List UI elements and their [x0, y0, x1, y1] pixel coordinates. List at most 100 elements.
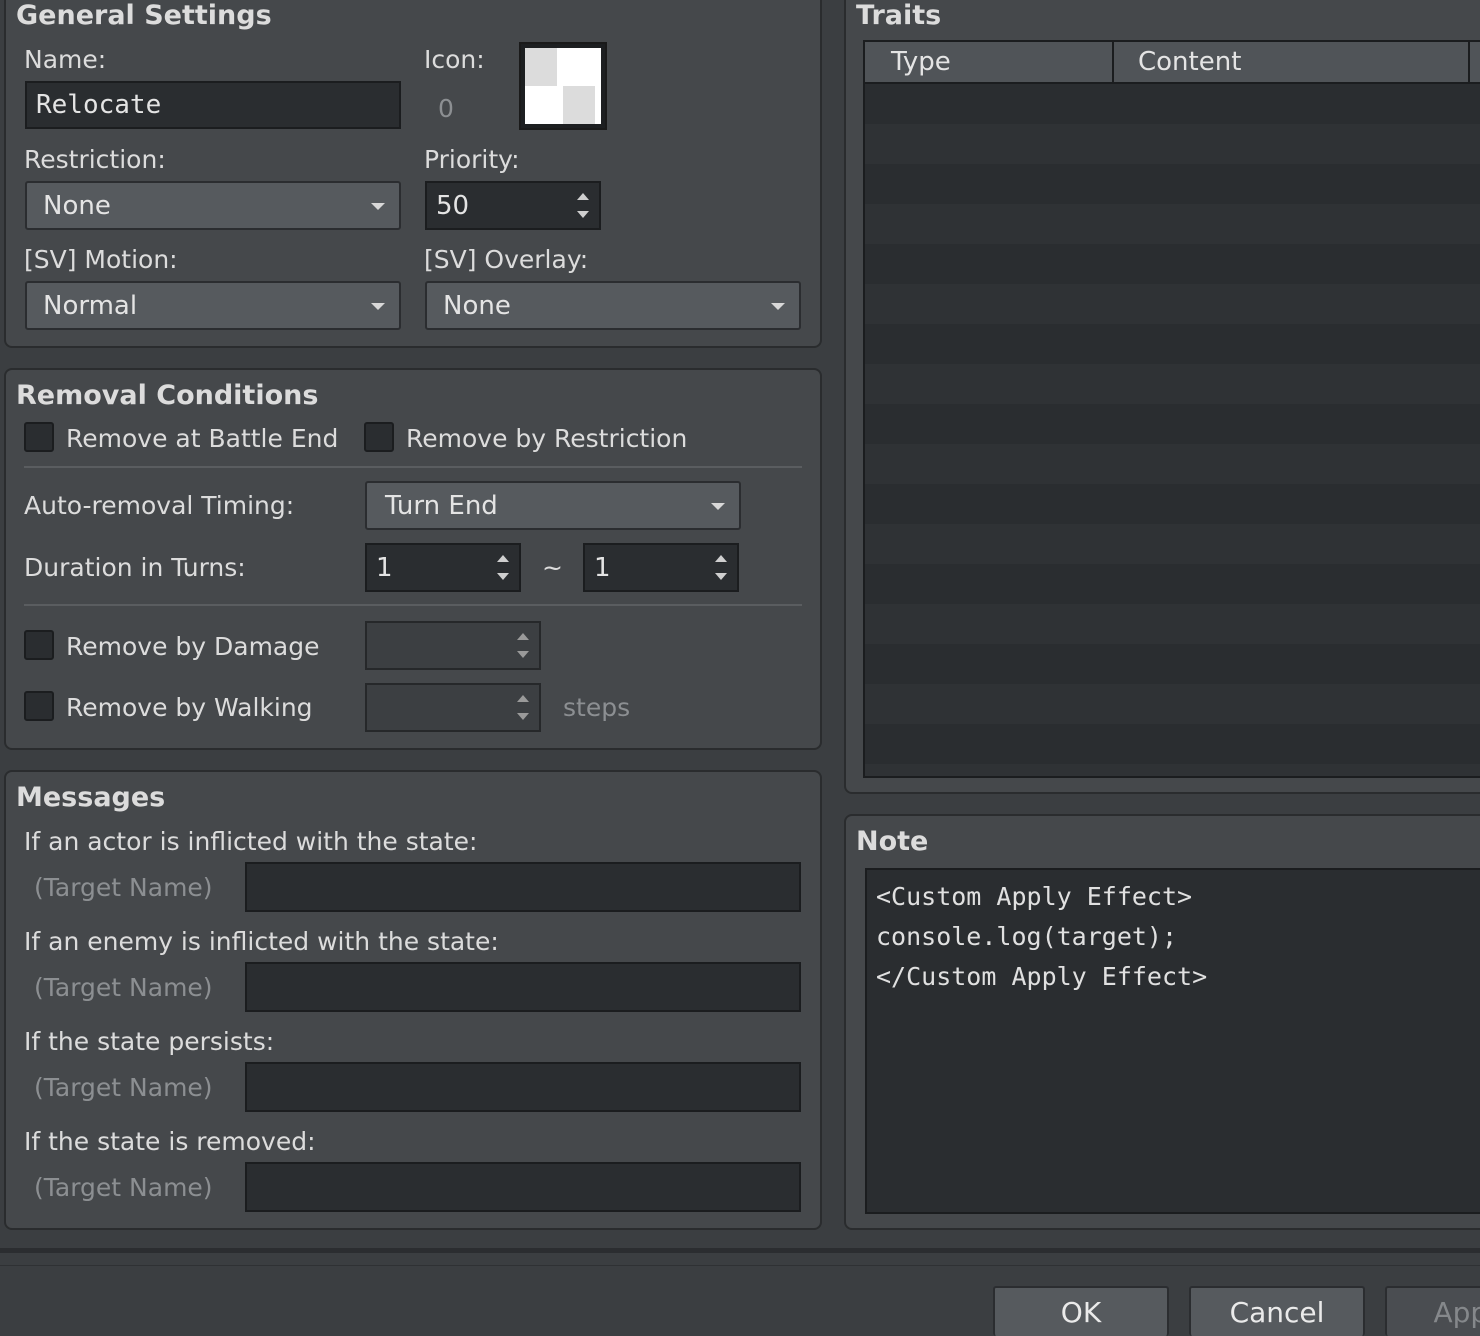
target-name-placeholder: (Target Name)	[34, 973, 213, 1002]
traits-title: Traits	[856, 0, 942, 31]
restriction-label: Restriction:	[24, 145, 166, 174]
spin-down-icon[interactable]	[715, 573, 727, 580]
priority-stepper[interactable]: 50	[425, 181, 601, 230]
target-name-placeholder: (Target Name)	[34, 1073, 213, 1102]
remove-by-walking-checkbox[interactable]	[24, 691, 54, 721]
table-row[interactable]	[865, 404, 1480, 444]
steps-label: steps	[563, 693, 631, 722]
overlay-select[interactable]: None	[425, 281, 801, 330]
remove-by-damage-label[interactable]: Remove by Damage	[66, 632, 320, 661]
table-row[interactable]	[865, 484, 1480, 524]
removed-message-input[interactable]	[245, 1162, 801, 1212]
table-row[interactable]	[865, 644, 1480, 684]
persists-message-label: If the state persists:	[24, 1027, 275, 1056]
traits-table[interactable]: Type Content	[863, 40, 1480, 778]
column-header-content[interactable]: Content	[1114, 42, 1470, 82]
damage-stepper[interactable]	[365, 621, 541, 670]
table-row[interactable]	[865, 444, 1480, 484]
spin-down-icon[interactable]	[517, 713, 529, 720]
duration-min-stepper[interactable]: 1	[365, 543, 521, 592]
priority-value: 50	[436, 190, 470, 221]
table-row[interactable]	[865, 204, 1480, 244]
persists-message-input[interactable]	[245, 1062, 801, 1112]
spin-up-icon[interactable]	[497, 555, 509, 562]
name-value: Relocate	[36, 90, 162, 120]
motion-label: [SV] Motion:	[24, 245, 178, 274]
duration-min-value: 1	[376, 552, 393, 583]
footer-divider	[0, 1248, 1480, 1253]
remove-by-restriction-checkbox[interactable]	[364, 422, 394, 452]
remove-at-battle-end-label[interactable]: Remove at Battle End	[66, 424, 338, 453]
table-row[interactable]	[865, 324, 1480, 364]
chevron-down-icon	[371, 202, 385, 210]
column-header-type-label: Type	[891, 47, 951, 77]
table-row[interactable]	[865, 284, 1480, 324]
motion-value: Normal	[43, 290, 138, 321]
table-row[interactable]	[865, 164, 1480, 204]
divider	[24, 604, 802, 606]
spin-up-icon[interactable]	[517, 695, 529, 702]
table-row[interactable]	[865, 364, 1480, 404]
remove-by-damage-checkbox[interactable]	[24, 630, 54, 660]
spin-down-icon[interactable]	[577, 211, 589, 218]
apply-button[interactable]: Apply	[1385, 1286, 1480, 1336]
note-line: </Custom Apply Effect>	[876, 962, 1208, 991]
auto-removal-timing-select[interactable]: Turn End	[365, 481, 741, 530]
column-header-content-label: Content	[1138, 47, 1242, 77]
spin-down-icon[interactable]	[517, 651, 529, 658]
table-row[interactable]	[865, 684, 1480, 724]
enemy-message-input[interactable]	[245, 962, 801, 1012]
icon-index: 0	[438, 94, 454, 123]
chevron-down-icon	[371, 302, 385, 310]
messages-title: Messages	[16, 782, 166, 813]
name-label: Name:	[24, 45, 107, 74]
remove-at-battle-end-checkbox[interactable]	[24, 422, 54, 452]
table-row[interactable]	[865, 244, 1480, 284]
duration-max-value: 1	[594, 552, 611, 583]
table-row[interactable]	[865, 84, 1480, 124]
spin-up-icon[interactable]	[517, 633, 529, 640]
icon-picker[interactable]	[519, 42, 607, 130]
table-row[interactable]	[865, 604, 1480, 644]
column-header-type[interactable]: Type	[865, 42, 1114, 82]
table-row[interactable]	[865, 124, 1480, 164]
traits-header: Type Content	[865, 42, 1480, 84]
auto-removal-timing-value: Turn End	[385, 490, 498, 521]
restriction-value: None	[43, 190, 111, 221]
duration-max-stepper[interactable]: 1	[583, 543, 739, 592]
target-name-placeholder: (Target Name)	[34, 1173, 213, 1202]
motion-select[interactable]: Normal	[25, 281, 401, 330]
spin-down-icon[interactable]	[497, 573, 509, 580]
auto-removal-timing-label: Auto-removal Timing:	[24, 491, 295, 520]
chevron-down-icon	[771, 302, 785, 310]
cancel-button[interactable]: Cancel	[1189, 1286, 1365, 1336]
ok-button[interactable]: OK	[993, 1286, 1169, 1336]
remove-by-walking-label[interactable]: Remove by Walking	[66, 693, 313, 722]
table-row[interactable]	[865, 724, 1480, 764]
note-title: Note	[856, 826, 929, 857]
note-textarea[interactable]: <Custom Apply Effect> console.log(target…	[865, 868, 1480, 1214]
table-row[interactable]	[865, 564, 1480, 604]
note-line: <Custom Apply Effect>	[876, 882, 1193, 911]
walking-stepper[interactable]	[365, 683, 541, 732]
actor-message-input[interactable]	[245, 862, 801, 912]
enemy-message-label: If an enemy is inflicted with the state:	[24, 927, 499, 956]
priority-label: Priority:	[424, 145, 520, 174]
removal-conditions-title: Removal Conditions	[16, 380, 319, 411]
footer-divider-light	[0, 1265, 1480, 1266]
icon-label: Icon:	[424, 45, 485, 74]
general-settings-title: General Settings	[16, 0, 272, 31]
remove-by-restriction-label[interactable]: Remove by Restriction	[406, 424, 687, 453]
restriction-select[interactable]: None	[25, 181, 401, 230]
spin-up-icon[interactable]	[577, 193, 589, 200]
table-row[interactable]	[865, 764, 1480, 776]
removed-message-label: If the state is removed:	[24, 1127, 316, 1156]
spin-up-icon[interactable]	[715, 555, 727, 562]
duration-label: Duration in Turns:	[24, 553, 246, 582]
table-row[interactable]	[865, 524, 1480, 564]
divider	[24, 466, 802, 468]
apply-button-label: Apply	[1433, 1295, 1480, 1329]
name-input[interactable]: Relocate	[25, 81, 401, 129]
overlay-label: [SV] Overlay:	[424, 245, 589, 274]
actor-message-label: If an actor is inflicted with the state:	[24, 827, 478, 856]
